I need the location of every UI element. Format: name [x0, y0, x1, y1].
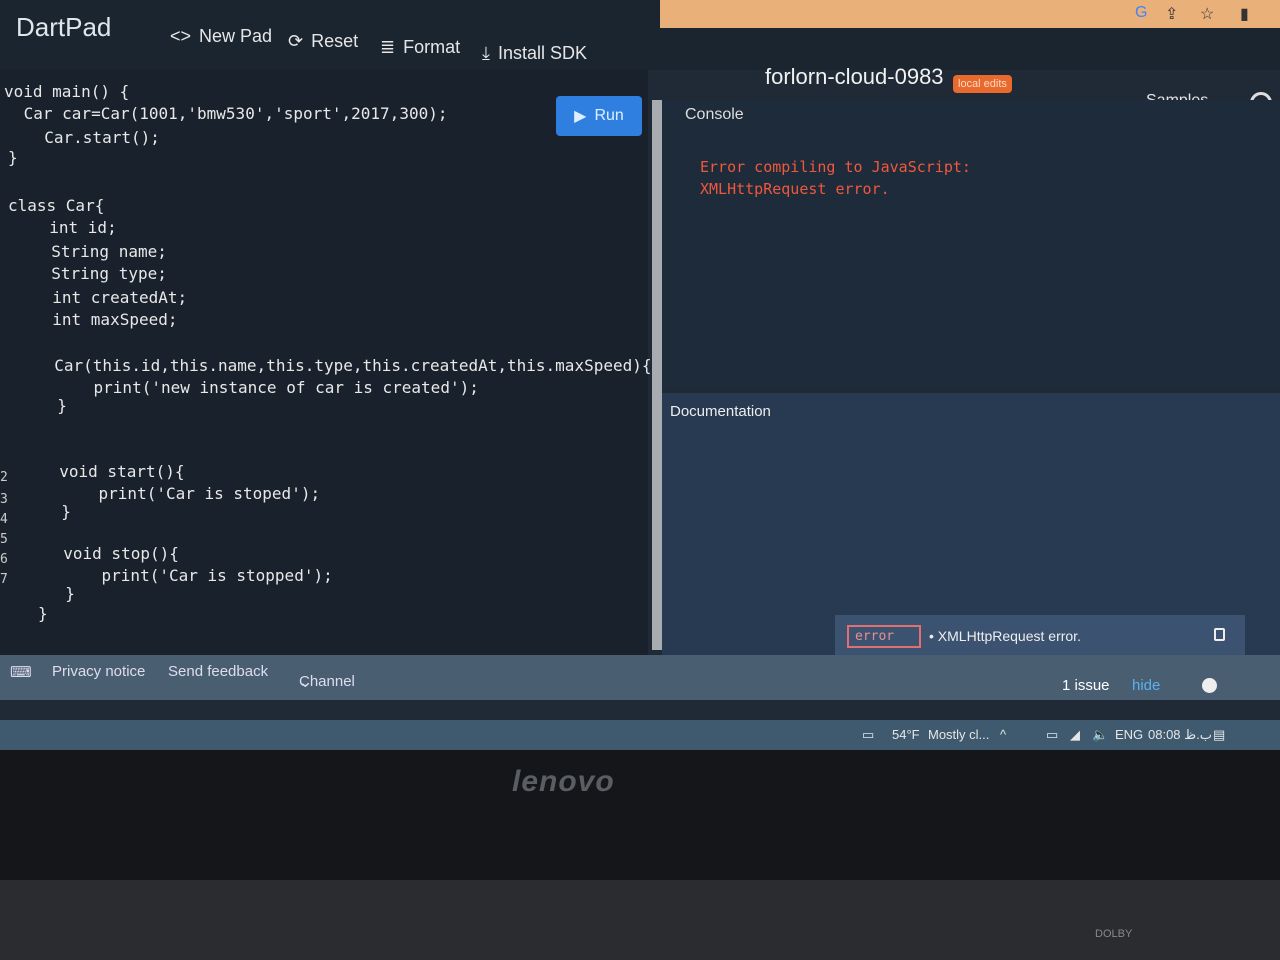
lenovo-logo: lenovo	[512, 765, 615, 798]
clock[interactable]: 08:08 ب.ظ	[1148, 727, 1212, 743]
console-panel: Console Error compiling to JavaScript: X…	[662, 100, 1280, 388]
format-button[interactable]: ≣ Format	[380, 37, 460, 58]
keyboard-deck	[0, 880, 1280, 960]
line-number: 2	[0, 470, 8, 485]
weather-condition[interactable]: Mostly cl...	[928, 727, 989, 742]
chevron-down-icon: ⌄	[299, 674, 312, 691]
refresh-icon: ⟳	[288, 31, 304, 51]
format-icon: ≣	[380, 37, 396, 57]
issue-message: • XMLHttpRequest error.	[929, 628, 1081, 644]
star-icon[interactable]: ☆	[1200, 4, 1214, 24]
line-number: 7	[0, 572, 8, 587]
documentation-header: Documentation	[670, 403, 771, 420]
code-line: Car(this.id,this.name,this.type,this.cre…	[35, 356, 652, 375]
download-icon: ⤓	[482, 43, 490, 63]
code-line: print('Car is stoped');	[60, 484, 321, 503]
browser-toolbar: G ⇪ ☆ ▮	[660, 0, 1280, 28]
app-logo: DartPad	[16, 12, 112, 42]
status-dot-icon	[1202, 678, 1217, 693]
code-line: }	[42, 502, 71, 521]
line-number: 5	[0, 532, 8, 547]
code-line: print('new instance of car is created');	[55, 378, 479, 397]
code-line: }	[38, 396, 67, 415]
code-line: class Car{	[8, 196, 105, 215]
share-icon[interactable]: ⇪	[1165, 4, 1178, 24]
new-pad-button[interactable]: <> New Pad	[170, 26, 272, 47]
issue-count: 1 issue	[1062, 677, 1110, 694]
hide-issues-link[interactable]: hide	[1132, 677, 1160, 694]
error-tag: error	[847, 624, 921, 648]
code-line: Car car=Car(1001,'bmw530','sport',2017,3…	[14, 104, 448, 123]
weather-temp[interactable]: 54°F	[892, 727, 920, 742]
windows-taskbar: ▭ 54°F Mostly cl... ^ ▭ ◢ 🔈 ENG 08:08 ب.…	[0, 720, 1280, 750]
code-line: }	[8, 148, 18, 167]
dolby-logo: DOLBY	[1095, 928, 1133, 940]
console-error: Error compiling to JavaScript: XMLHttpRe…	[700, 158, 971, 198]
footer-bar: ⌨ Privacy notice Send feedback Channel ⌄…	[0, 655, 1280, 700]
extension-icon[interactable]: ▮	[1240, 4, 1249, 24]
line-number: 6	[0, 552, 8, 567]
code-line: print('Car is stopped');	[63, 566, 333, 585]
code-line: void main() {	[4, 82, 130, 101]
editor-scrollbar[interactable]	[652, 100, 662, 650]
console-header: Console	[685, 106, 744, 123]
code-line: int createdAt;	[33, 288, 188, 307]
code-line: }	[46, 584, 75, 603]
notifications-icon[interactable]: ▤	[1213, 727, 1225, 743]
screen: DartPad <> New Pad ⟳ Reset ≣ Format ⤓ Instal…	[0, 0, 1280, 750]
install-sdk-button[interactable]: ⤓ Install SDK	[482, 43, 587, 64]
code-line: void start(){	[40, 462, 185, 481]
run-button[interactable]: ▶ Run	[556, 96, 642, 136]
code-line: String type;	[32, 264, 167, 283]
code-line: }	[38, 604, 48, 623]
code-line: String name;	[32, 242, 167, 261]
google-icon[interactable]: G	[1135, 4, 1147, 22]
privacy-link[interactable]: Privacy notice	[52, 663, 145, 680]
code-editor[interactable]: void main() { Car car=Car(1001,'bmw530',…	[0, 70, 652, 655]
code-line: int id;	[30, 218, 117, 237]
code-line: Car.start();	[25, 128, 160, 147]
language-indicator[interactable]: ENG	[1115, 727, 1143, 742]
battery-icon[interactable]: ▭	[1046, 727, 1058, 743]
chevron-up-icon[interactable]: ^	[1000, 727, 1006, 742]
code-line: int maxSpeed;	[33, 310, 178, 329]
code-line: void stop(){	[44, 544, 179, 563]
reset-button[interactable]: ⟳ Reset	[288, 31, 358, 52]
copy-icon[interactable]	[1214, 628, 1225, 641]
keyboard-icon[interactable]: ⌨	[10, 663, 32, 681]
weather-icon[interactable]: ▭	[862, 727, 874, 743]
wifi-icon[interactable]: ◢	[1070, 727, 1080, 743]
local-edits-badge: local edits	[953, 75, 1012, 93]
issue-row[interactable]: error • XMLHttpRequest error.	[835, 615, 1245, 657]
feedback-link[interactable]: Send feedback	[168, 663, 268, 680]
code-icon: <>	[170, 26, 192, 46]
line-number: 4	[0, 512, 8, 527]
line-number: 3	[0, 492, 8, 507]
volume-icon[interactable]: 🔈	[1092, 727, 1108, 743]
play-icon: ▶	[574, 108, 587, 125]
pad-title: forlorn-cloud-0983	[765, 64, 944, 89]
